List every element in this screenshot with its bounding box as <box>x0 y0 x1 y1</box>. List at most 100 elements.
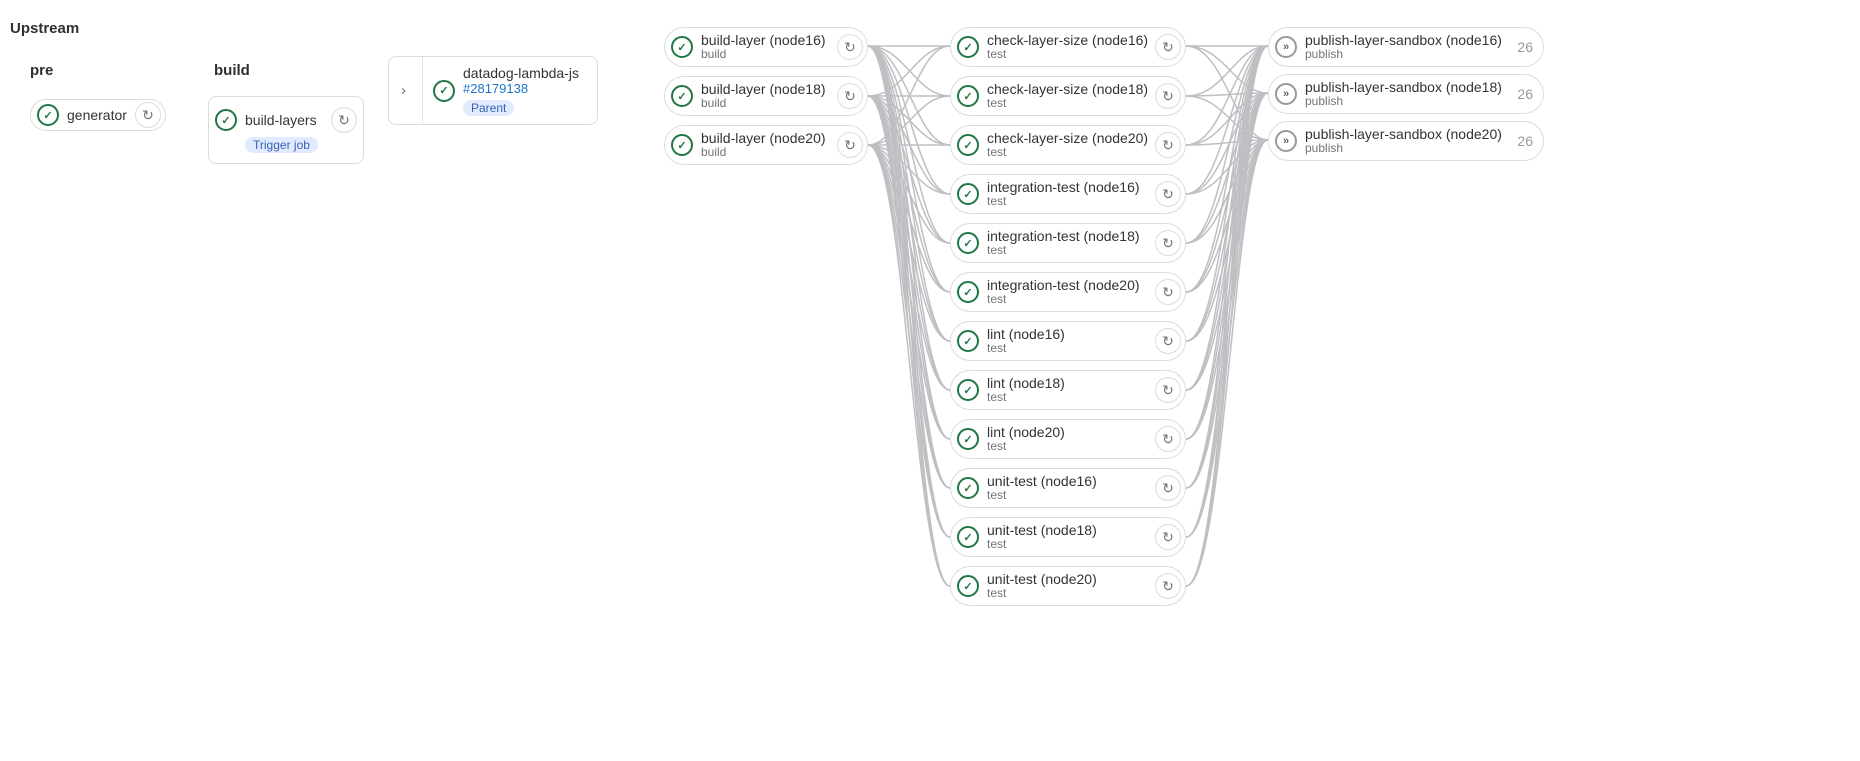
job-item[interactable]: publish-layer-sandbox (node20)publish 26 <box>1268 121 1544 161</box>
job-label: lint (node16) <box>987 326 1147 342</box>
job-label: check-layer-size (node20) <box>987 130 1147 146</box>
job-label: publish-layer-sandbox (node20) <box>1305 126 1509 142</box>
retry-button[interactable] <box>1155 230 1181 256</box>
job-item[interactable]: check-layer-size (node18)test <box>950 76 1186 116</box>
job-item[interactable]: lint (node20)test <box>950 419 1186 459</box>
retry-button[interactable] <box>1155 83 1181 109</box>
job-stage: test <box>987 195 1147 208</box>
job-stage: test <box>987 538 1147 551</box>
check-icon <box>215 109 237 131</box>
pending-icon <box>1275 130 1297 152</box>
job-item[interactable]: lint (node16)test <box>950 321 1186 361</box>
job-count: 26 <box>1517 133 1533 149</box>
job-stage: test <box>987 391 1147 404</box>
job-item[interactable]: publish-layer-sandbox (node16)publish 26 <box>1268 27 1544 67</box>
upstream-heading: Upstream <box>10 20 79 37</box>
job-count: 26 <box>1517 39 1533 55</box>
check-icon <box>957 36 979 58</box>
job-stage: build <box>701 97 829 110</box>
job-item[interactable]: unit-test (node16)test <box>950 468 1186 508</box>
retry-button[interactable] <box>1155 426 1181 452</box>
job-stage: test <box>987 146 1147 159</box>
job-label: build-layer (node18) <box>701 81 829 97</box>
job-stage: build <box>701 48 829 61</box>
job-label: publish-layer-sandbox (node16) <box>1305 32 1509 48</box>
parent-pipeline-card[interactable]: › datadog-lambda-js #28179138 Parent <box>388 56 598 125</box>
job-build-layers[interactable]: build-layers Trigger job <box>208 96 364 164</box>
retry-button[interactable] <box>135 102 161 128</box>
job-item[interactable]: integration-test (node20)test <box>950 272 1186 312</box>
job-stage: test <box>987 587 1147 600</box>
retry-button[interactable] <box>837 34 863 60</box>
job-stage: test <box>987 342 1147 355</box>
job-item[interactable]: check-layer-size (node20)test <box>950 125 1186 165</box>
check-icon <box>671 36 693 58</box>
retry-button[interactable] <box>1155 132 1181 158</box>
job-item[interactable]: build-layer (node20)build <box>664 125 868 165</box>
trigger-job-badge: Trigger job <box>245 137 318 153</box>
job-stage: test <box>987 440 1147 453</box>
check-icon <box>957 477 979 499</box>
retry-button[interactable] <box>837 132 863 158</box>
check-icon <box>957 281 979 303</box>
job-label: build-layers <box>245 112 317 128</box>
check-icon <box>957 428 979 450</box>
check-icon <box>671 134 693 156</box>
retry-button[interactable] <box>1155 475 1181 501</box>
job-stage: test <box>987 489 1147 502</box>
retry-button[interactable] <box>1155 34 1181 60</box>
job-item[interactable]: build-layer (node16)build <box>664 27 868 67</box>
job-label: unit-test (node18) <box>987 522 1147 538</box>
chevron-right-icon[interactable]: › <box>395 82 412 99</box>
check-icon <box>957 85 979 107</box>
check-icon <box>957 232 979 254</box>
job-label: unit-test (node16) <box>987 473 1147 489</box>
job-label: lint (node18) <box>987 375 1147 391</box>
job-item[interactable]: publish-layer-sandbox (node18)publish 26 <box>1268 74 1544 114</box>
check-icon <box>37 104 59 126</box>
stage-header-build: build <box>214 62 250 79</box>
job-stage: test <box>987 97 1147 110</box>
check-icon <box>957 575 979 597</box>
pipeline-graph: Upstream pre build generator build-layer… <box>0 0 1860 761</box>
job-stage: publish <box>1305 48 1509 61</box>
job-stage: build <box>701 146 829 159</box>
parent-pipeline-link[interactable]: #28179138 <box>463 81 583 96</box>
parent-title: datadog-lambda-js <box>463 65 583 81</box>
job-label: unit-test (node20) <box>987 571 1147 587</box>
retry-button[interactable] <box>1155 573 1181 599</box>
retry-button[interactable] <box>1155 377 1181 403</box>
job-label: publish-layer-sandbox (node18) <box>1305 79 1509 95</box>
retry-button[interactable] <box>1155 279 1181 305</box>
job-label: integration-test (node20) <box>987 277 1147 293</box>
check-icon <box>957 134 979 156</box>
check-icon <box>957 330 979 352</box>
retry-button[interactable] <box>1155 328 1181 354</box>
retry-button[interactable] <box>1155 524 1181 550</box>
check-icon <box>957 183 979 205</box>
job-item[interactable]: build-layer (node18)build <box>664 76 868 116</box>
job-label: integration-test (node16) <box>987 179 1147 195</box>
job-item[interactable]: integration-test (node16)test <box>950 174 1186 214</box>
retry-button[interactable] <box>1155 181 1181 207</box>
job-item[interactable]: unit-test (node20)test <box>950 566 1186 606</box>
job-count: 26 <box>1517 86 1533 102</box>
job-item[interactable]: integration-test (node18)test <box>950 223 1186 263</box>
job-stage: test <box>987 293 1147 306</box>
job-stage: publish <box>1305 95 1509 108</box>
check-icon <box>433 80 455 102</box>
check-icon <box>671 85 693 107</box>
job-item[interactable]: check-layer-size (node16)test <box>950 27 1186 67</box>
job-label: check-layer-size (node16) <box>987 32 1147 48</box>
job-label: check-layer-size (node18) <box>987 81 1147 97</box>
pending-icon <box>1275 36 1297 58</box>
job-stage: publish <box>1305 142 1509 155</box>
retry-button[interactable] <box>331 107 357 133</box>
job-label: generator <box>67 107 127 123</box>
parent-badge: Parent <box>463 100 514 116</box>
job-item[interactable]: lint (node18)test <box>950 370 1186 410</box>
job-item[interactable]: unit-test (node18)test <box>950 517 1186 557</box>
job-generator[interactable]: generator <box>30 99 166 131</box>
retry-button[interactable] <box>837 83 863 109</box>
stage-header-pre: pre <box>30 62 53 79</box>
